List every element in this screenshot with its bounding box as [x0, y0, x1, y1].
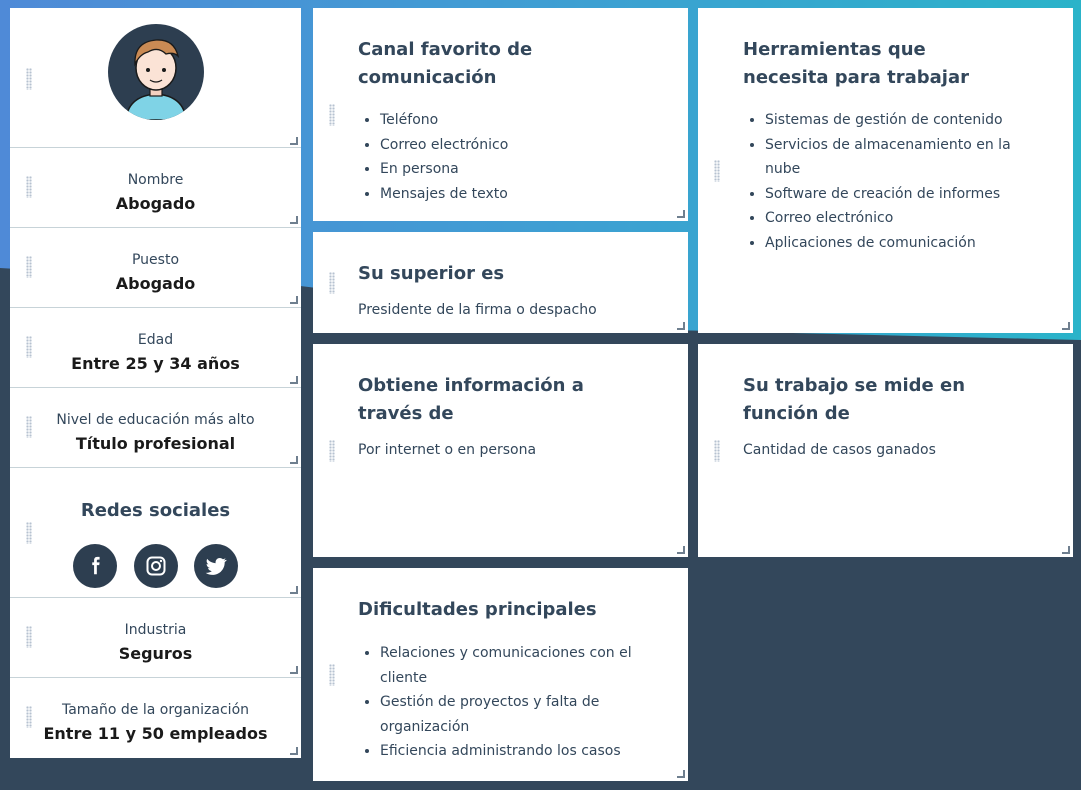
instagram-icon[interactable]	[134, 544, 178, 588]
age-value: Entre 25 y 34 años	[71, 354, 240, 373]
resize-handle[interactable]	[290, 456, 298, 464]
resize-handle[interactable]	[290, 296, 298, 304]
list-item: Correo electrónico	[380, 133, 508, 158]
social-title: Redes sociales	[80, 500, 231, 521]
industry-field[interactable]: Industria Seguros	[10, 598, 301, 677]
challenges-list: Relaciones y comunicaciones con el clien…	[358, 641, 640, 764]
resize-handle[interactable]	[290, 586, 298, 594]
resize-handle[interactable]	[290, 376, 298, 384]
resize-handle[interactable]	[290, 137, 298, 145]
list-item: Sistemas de gestión de contenido	[765, 108, 1015, 133]
job-field[interactable]: Puesto Abogado	[10, 228, 301, 307]
info-title: Obtiene información a través de	[358, 375, 584, 424]
challenges-card[interactable]: Dificultades principales Relaciones y co…	[313, 568, 688, 781]
name-label: Nombre	[127, 172, 184, 188]
age-label: Edad	[137, 332, 174, 348]
resize-handle[interactable]	[290, 666, 298, 674]
drag-handle[interactable]	[329, 104, 335, 126]
industry-value: Seguros	[118, 644, 193, 663]
drag-handle[interactable]	[26, 68, 32, 90]
measured-text: Cantidad de casos ganados	[743, 442, 936, 458]
resize-handle[interactable]	[1062, 546, 1070, 554]
channel-card[interactable]: Canal favorito de comunicación Teléfono …	[313, 8, 688, 221]
resize-handle[interactable]	[677, 322, 685, 330]
superior-text: Presidente de la firma o despacho	[358, 302, 597, 318]
facebook-icon[interactable]	[73, 544, 117, 588]
resize-handle[interactable]	[677, 546, 685, 554]
channel-list: Teléfono Correo electrónico En persona M…	[358, 108, 508, 206]
resize-handle[interactable]	[290, 216, 298, 224]
list-item: Servicios de almacenamiento en la nube	[765, 133, 1015, 182]
avatar	[108, 24, 204, 120]
info-card[interactable]: Obtiene información a través de Por inte…	[313, 344, 688, 557]
drag-handle[interactable]	[329, 664, 335, 686]
drag-handle[interactable]	[714, 160, 720, 182]
challenges-title: Dificultades principales	[358, 599, 597, 620]
info-text: Por internet o en persona	[358, 442, 537, 458]
age-field[interactable]: Edad Entre 25 y 34 años	[10, 308, 301, 387]
channel-title: Canal favorito de comunicación	[358, 39, 533, 88]
list-item: Aplicaciones de comunicación	[765, 231, 1015, 256]
industry-label: Industria	[124, 622, 187, 638]
list-item: Gestión de proyectos y falta de organiza…	[380, 690, 640, 739]
list-item: Software de creación de informes	[765, 182, 1015, 207]
org-size-value: Entre 11 y 50 empleados	[43, 724, 268, 743]
tools-card[interactable]: Herramientas que necesita para trabajar …	[698, 8, 1073, 333]
org-size-label: Tamaño de la organización	[61, 702, 250, 718]
drag-handle[interactable]	[329, 440, 335, 462]
tools-title: Herramientas que necesita para trabajar	[743, 39, 969, 88]
job-value: Abogado	[115, 274, 196, 293]
measured-title: Su trabajo se mide en función de	[743, 375, 966, 424]
org-size-field[interactable]: Tamaño de la organización Entre 11 y 50 …	[10, 678, 301, 758]
name-field[interactable]: Nombre Abogado	[10, 148, 301, 227]
drag-handle[interactable]	[329, 272, 335, 294]
measured-card[interactable]: Su trabajo se mide en función de Cantida…	[698, 344, 1073, 557]
list-item: Mensajes de texto	[380, 182, 508, 207]
education-label: Nivel de educación más alto	[56, 412, 255, 428]
resize-handle[interactable]	[1062, 322, 1070, 330]
list-item: Teléfono	[380, 108, 508, 133]
education-field[interactable]: Nivel de educación más alto Título profe…	[10, 388, 301, 467]
list-item: Correo electrónico	[765, 206, 1015, 231]
superior-title: Su superior es	[358, 263, 505, 284]
drag-handle[interactable]	[714, 440, 720, 462]
list-item: Relaciones y comunicaciones con el clien…	[380, 641, 640, 690]
resize-handle[interactable]	[677, 770, 685, 778]
social-field[interactable]: Redes sociales	[10, 468, 301, 597]
avatar-illustration	[125, 39, 187, 120]
list-item: En persona	[380, 157, 508, 182]
tools-list: Sistemas de gestión de contenido Servici…	[743, 108, 1015, 255]
twitter-icon[interactable]	[194, 544, 238, 588]
list-item: Eficiencia administrando los casos	[380, 739, 640, 764]
name-value: Abogado	[115, 194, 196, 213]
job-label: Puesto	[131, 252, 180, 268]
resize-handle[interactable]	[290, 747, 298, 755]
resize-handle[interactable]	[677, 210, 685, 218]
superior-card[interactable]: Su superior es Presidente de la firma o …	[313, 232, 688, 333]
education-value: Título profesional	[75, 434, 236, 453]
drag-handle[interactable]	[26, 522, 32, 544]
